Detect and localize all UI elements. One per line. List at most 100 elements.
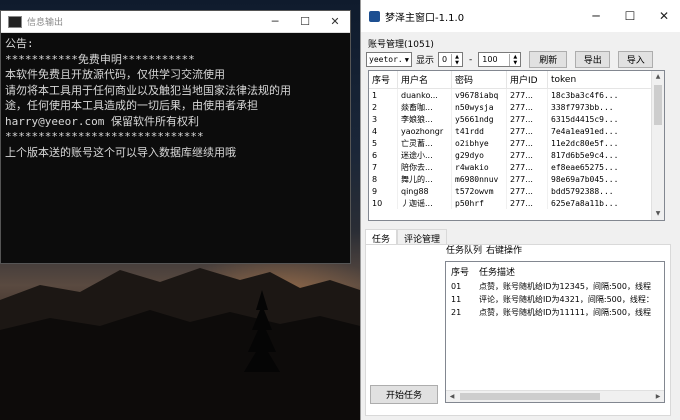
table-cell: 277... [506,197,548,209]
table-cell: t41rdd [451,125,507,137]
task-cell: 评论，账号随机给ID为4321，间隔:500，线程： [479,295,654,304]
range-to-value: 100 [482,55,498,64]
column-header[interactable]: 序号 [369,71,398,89]
console-line: 上个版本送的账号这个可以导入数据库继续用哦 [5,145,236,159]
column-header[interactable]: token [547,71,652,89]
table-cell: t572owvm [451,185,507,197]
scroll-down-icon[interactable]: ▼ [652,208,664,220]
scroll-thumb[interactable] [654,85,662,125]
close-icon[interactable]: ✕ [320,11,350,32]
console-line: ***********免费申明*********** [5,52,195,66]
console-titlebar[interactable]: 信息输出 ─ ☐ ✕ [1,11,350,33]
table-cell: 625e7a8a11b... [547,197,652,209]
minimize-icon[interactable]: ─ [260,11,290,32]
column-header[interactable]: 序号 [446,262,474,280]
table-row[interactable]: 7 陪你去... r4wakio 277... ef8eae65275... [369,161,652,173]
table-cell: 11e2dc80e5f... [547,137,652,149]
table-cell: 丿迦谣... [397,197,452,209]
refresh-button[interactable]: 刷新 [529,51,568,68]
table-row[interactable]: 4 yaozhongr t41rdd 277... 7e4a1ea91ed... [369,125,652,137]
task-row[interactable]: 01 点赞，账号随机给ID为12345，间隔:500，线程 [446,280,659,293]
table-cell: 5 [369,137,398,149]
column-header[interactable]: 密码 [451,71,507,89]
maximize-icon[interactable]: ☐ [613,9,647,23]
table-cell: bdd5792388... [547,185,652,197]
account-group-label: 账号管理(1051) [368,40,434,50]
task-inner-tabs: 任务队列 右键操作 [446,243,522,256]
minimize-icon[interactable]: ─ [579,9,613,23]
column-header[interactable]: 用户ID [506,71,548,89]
spin-arrows-icon[interactable]: ▲ ▼ [451,53,462,66]
tab-task-queue[interactable]: 任务队列 [446,243,482,256]
table-cell: 277... [506,101,548,113]
task-cell: 点赞，账号随机给ID为11111，间隔:500，线程 [479,308,651,317]
table-cell: 277... [506,185,548,197]
table-row[interactable]: 1 duanko... v9678iabq 277... 18c3ba3c4f6... [369,88,652,101]
spin-arrows-icon[interactable]: ▲ ▼ [509,53,520,66]
app-icon [369,10,380,22]
table-cell: 277... [506,173,548,185]
account-select[interactable]: yeetor. ▼ [366,52,412,67]
table-cell: o2ibhye [451,137,507,149]
display-label: 显示 [416,56,435,66]
table-cell: v9678iabq [451,88,507,101]
table-cell: 3 [369,113,398,125]
table-row[interactable]: 5 亡灵蓄... o2ibhye 277... 11e2dc80e5f... [369,137,652,149]
start-task-button[interactable]: 开始任务 [370,385,438,404]
chevron-down-icon: ▼ [404,55,409,64]
table-header-row: 序号 用户名 密码 用户ID token [369,71,652,89]
table-cell: 亡灵蓄... [397,137,452,149]
task-row[interactable]: 11 评论，账号随机给ID为4321，间隔:500，线程： [446,293,659,306]
table-row[interactable]: 10 丿迦谣... p50hrf 277... 625e7a8a11b... [369,197,652,209]
scroll-thumb[interactable] [460,393,600,400]
import-button[interactable]: 导入 [618,51,654,68]
task-cell: 21 [451,308,462,317]
table-row[interactable]: 2 燚畜咖... n50wysja 277... 338f7973bb... [369,101,652,113]
close-icon[interactable]: ✕ [647,9,680,23]
range-from-value: 0 [442,55,448,64]
account-toolbar: yeetor. ▼ 显示 0 ▲ ▼ - 100 ▲ ▼ 刷新 导出 导入 [366,51,654,68]
maximize-icon[interactable]: ☐ [290,11,320,32]
main-titlebar[interactable]: 梦泽主窗口-1.1.0 ─ ☐ ✕ [361,0,680,32]
table-cell: 277... [506,149,548,161]
table-cell: 18c3ba3c4f6... [547,88,652,101]
table-cell: 9 [369,185,398,197]
table-cell: 8 [369,173,398,185]
range-to-stepper[interactable]: 100 ▲ ▼ [478,52,522,67]
horizontal-scrollbar[interactable]: ◀ ▶ [446,390,664,402]
scroll-right-icon[interactable]: ▶ [652,391,664,402]
table-cell: p50hrf [451,197,507,209]
account-select-value: yeetor. [369,55,403,64]
column-header[interactable]: 用户名 [397,71,452,89]
export-button[interactable]: 导出 [575,51,611,68]
task-cell: 01 [451,282,462,291]
table-cell: 6315d4415c9... [547,113,652,125]
table-row[interactable]: 3 李娘狼... y5661ndg 277... 6315d4415c9... [369,113,652,125]
console-line: 途，任何使用本工具造成的一切后果，由使用者承担 [5,99,258,112]
table-cell: 迷途小... [397,149,452,161]
scroll-up-icon[interactable]: ▲ [652,71,664,83]
table-cell: 277... [506,88,548,101]
table-cell: 277... [506,113,548,125]
console-line: ****************************** [5,130,204,143]
task-row[interactable]: 21 点赞，账号随机给ID为11111，间隔:500，线程 [446,306,659,319]
tab-context-actions[interactable]: 右键操作 [486,243,522,256]
table-cell: m6980nnuv [451,173,507,185]
table-row[interactable]: 9 qing88 t572owvm 277... bdd5792388... [369,185,652,197]
table-cell: 舞儿的... [397,173,452,185]
task-queue-list[interactable]: 序号 任务描述 01 点赞，账号随机给ID为12345，间隔:500，线程 11 评论… [445,261,665,403]
account-table[interactable]: 序号 用户名 密码 用户ID token 1 duanko... v9678iabq… [368,70,665,221]
table-row[interactable]: 8 舞儿的... m6980nnuv 277... 98e69a7b045... [369,173,652,185]
scroll-left-icon[interactable]: ◀ [446,391,458,402]
console-line: 本软件免费且开放源代码，仅供学习交流使用 [5,68,225,81]
table-cell: 4 [369,125,398,137]
vertical-scrollbar[interactable]: ▲ ▼ [651,71,664,220]
table-cell: 277... [506,137,548,149]
table-cell: ef8eae65275... [547,161,652,173]
table-row[interactable]: 6 迷途小... g29dyo 277... 817d6b5e9c4... [369,149,652,161]
range-from-stepper[interactable]: 0 ▲ ▼ [438,52,464,67]
column-header[interactable]: 任务描述 [474,262,659,280]
table-cell: 7 [369,161,398,173]
table-cell: qing88 [397,185,452,197]
main-title: 梦泽主窗口-1.1.0 [385,12,465,24]
